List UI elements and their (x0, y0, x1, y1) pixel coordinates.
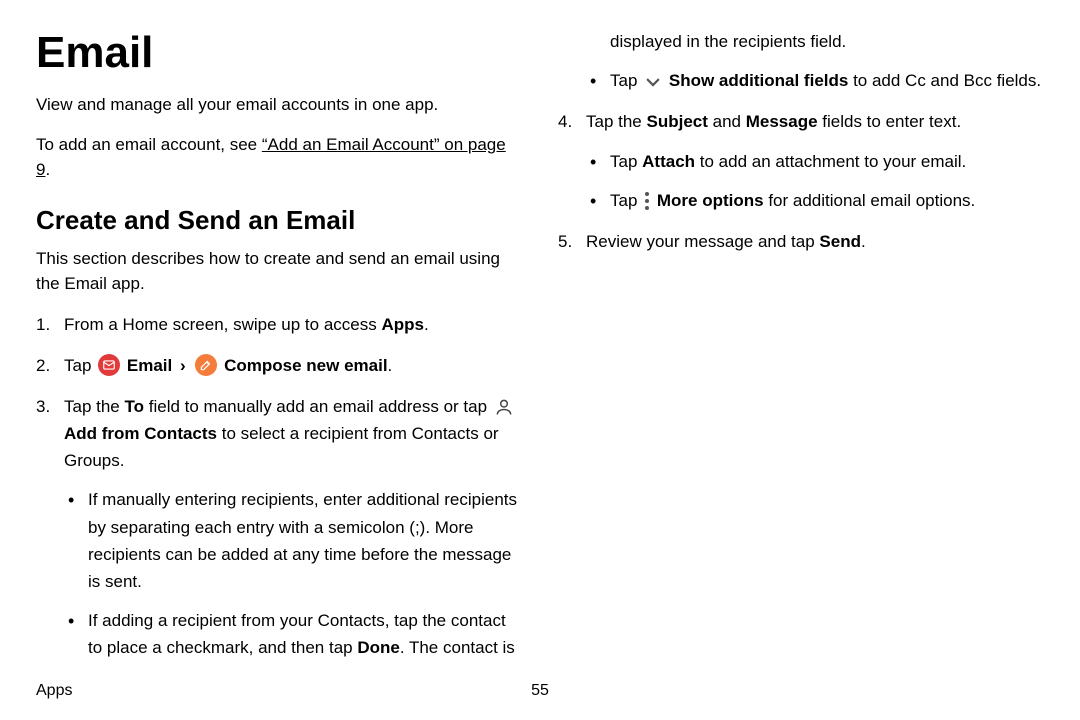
step1-text: From a Home screen, swipe up to access (64, 315, 381, 334)
step-5: Review your message and tap Send. (558, 228, 1044, 255)
step3-sub1: If manually entering recipients, enter a… (64, 486, 522, 595)
step4-sub2-t2: for additional email options. (764, 191, 976, 210)
step3-t1: Tap the (64, 397, 125, 416)
step4-sub1-t2: to add an attachment to your email. (695, 152, 966, 171)
step-1: From a Home screen, swipe up to access A… (36, 311, 522, 338)
step1-suffix: . (424, 315, 429, 334)
step4-sub2: Tap More options for additional email op… (586, 187, 1044, 214)
chevron-down-icon (644, 73, 662, 91)
step2-suffix: . (388, 356, 393, 375)
step2-bold-compose: Compose new email (224, 356, 387, 375)
step3-sub3-bold: Show additional fields (669, 71, 848, 90)
step3-t2: field to manually add an email address o… (144, 397, 492, 416)
step5-suffix: . (861, 232, 866, 251)
chevron-right-icon: › (180, 356, 186, 375)
step3-sub2-bold-done: Done (357, 638, 400, 657)
step4-t2: and (708, 112, 746, 131)
step-4: Tap the Subject and Message fields to en… (558, 108, 1044, 214)
email-app-icon (98, 354, 120, 376)
step3-sub3: Tap Show additional fields to add Cc and… (586, 67, 1044, 94)
step5-t1: Review your message and tap (586, 232, 819, 251)
more-options-icon (644, 191, 650, 211)
step4-sub2-bold-more: More options (657, 191, 764, 210)
section-heading: Create and Send an Email (36, 205, 522, 236)
step4-t1: Tap the (586, 112, 647, 131)
footer-section-label: Apps (36, 682, 72, 699)
step4-t3: fields to enter text. (818, 112, 962, 131)
intro-prefix: To add an email account, see (36, 135, 262, 154)
step4-sub1: Tap Attach to add an attachment to your … (586, 148, 1044, 175)
step4-sub2-t1: Tap (610, 191, 642, 210)
step3-bold-to: To (125, 397, 145, 416)
step2-bold-email: Email (127, 356, 172, 375)
page-footer: Apps 55 (36, 682, 1044, 700)
step4-sub1-t1: Tap (610, 152, 642, 171)
intro-text-2: To add an email account, see “Add an Ema… (36, 132, 522, 183)
step-2: Tap Email › Compose new email. (36, 352, 522, 379)
step4-bold-message: Message (746, 112, 818, 131)
steps-list: From a Home screen, swipe up to access A… (36, 28, 1044, 668)
step3-sub3-t2: to add Cc and Bcc fields. (848, 71, 1041, 90)
page-title: Email (36, 28, 522, 78)
section-description: This section describes how to create and… (36, 246, 522, 297)
compose-icon (195, 354, 217, 376)
step4-sub1-bold-attach: Attach (642, 152, 695, 171)
step1-bold-apps: Apps (381, 315, 424, 334)
footer-page-number: 55 (531, 682, 549, 700)
step4-bold-subject: Subject (647, 112, 708, 131)
step5-bold-send: Send (819, 232, 861, 251)
intro-suffix: . (45, 160, 50, 179)
step3-sub3-t1: Tap (610, 71, 642, 90)
step3-bold-addcontacts: Add from Contacts (64, 424, 217, 443)
step2-t1: Tap (64, 356, 96, 375)
contacts-icon (494, 397, 514, 417)
intro-text-1: View and manage all your email accounts … (36, 92, 522, 118)
